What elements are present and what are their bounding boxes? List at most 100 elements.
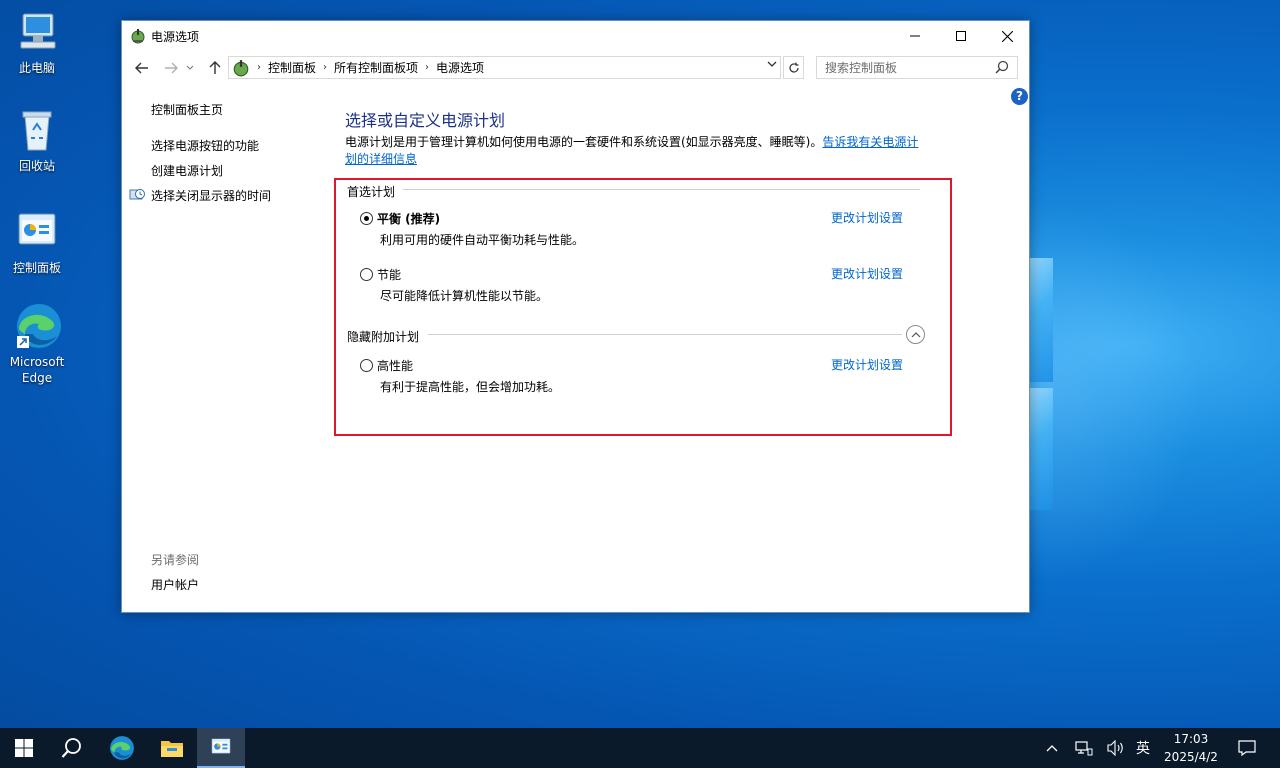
change-plan-settings-link-balanced[interactable]: 更改计划设置: [831, 209, 903, 226]
plan-name[interactable]: 节能: [377, 266, 401, 283]
arrow-up-icon: [209, 61, 221, 74]
sidebar-link-user-accounts[interactable]: 用户帐户: [151, 576, 199, 593]
breadcrumb-separator[interactable]: ›: [323, 62, 327, 73]
computer-icon: [13, 8, 61, 56]
desktop-icon-label: 控制面板: [12, 261, 61, 275]
breadcrumb-separator[interactable]: ›: [257, 62, 261, 73]
refresh-button[interactable]: [783, 56, 804, 79]
desktop-icon-label: Microsoft Edge: [9, 355, 65, 385]
volume-button[interactable]: [1104, 728, 1128, 768]
close-icon: [1001, 30, 1013, 42]
back-button[interactable]: [131, 57, 153, 79]
sidebar-link-display-off-time[interactable]: 选择关闭显示器的时间: [151, 187, 271, 204]
recent-locations-button[interactable]: [184, 57, 196, 79]
wallpaper-logo-pane: [1029, 258, 1053, 382]
arrow-left-icon: [135, 62, 148, 74]
start-button[interactable]: [0, 728, 48, 768]
windows-logo-icon: [15, 739, 33, 757]
address-bar[interactable]: › 控制面板 › 所有控制面板项 › 电源选项: [228, 56, 781, 79]
recycle-bin-icon: [13, 106, 61, 154]
help-icon[interactable]: ?: [1011, 88, 1028, 105]
edge-icon: [110, 736, 134, 760]
power-options-icon: [232, 59, 250, 77]
title-bar[interactable]: 电源选项: [122, 21, 1029, 51]
sidebar-link-power-buttons[interactable]: 选择电源按钮的功能: [151, 137, 259, 154]
minimize-icon: [910, 35, 920, 37]
breadcrumb-all-items[interactable]: 所有控制面板项: [334, 59, 418, 76]
breadcrumb-control-panel[interactable]: 控制面板: [268, 59, 316, 76]
show-hidden-icons-button[interactable]: [1040, 728, 1064, 768]
desktop-icon-label: 回收站: [18, 159, 55, 173]
taskbar: 英 17:03 2025/4/2: [0, 728, 1280, 768]
desktop-icon-this-pc[interactable]: 此电脑: [4, 8, 70, 76]
notification-icon: [1238, 740, 1256, 756]
page-title: 选择或自定义电源计划: [345, 111, 506, 130]
description-text: 电源计划是用于管理计算机如何使用电源的一套硬件和系统设置(如显示器亮度、睡眠等)…: [345, 135, 823, 149]
display-clock-icon: [129, 187, 145, 203]
plan-description: 利用可用的硬件自动平衡功耗与性能。: [380, 233, 585, 247]
divider: [403, 189, 920, 190]
page-description: 电源计划是用于管理计算机如何使用电源的一套硬件和系统设置(如显示器亮度、睡眠等)…: [345, 134, 925, 168]
divider: [428, 334, 902, 335]
minimize-button[interactable]: [892, 21, 938, 51]
chevron-up-icon: [911, 332, 920, 338]
network-button[interactable]: [1072, 728, 1096, 768]
arrow-right-icon: [165, 62, 178, 74]
sidebar-link-control-panel-home[interactable]: 控制面板主页: [151, 101, 223, 118]
power-options-icon: [130, 28, 146, 44]
action-center-button[interactable]: [1232, 728, 1262, 768]
control-panel-icon: [13, 208, 61, 256]
network-icon: [1075, 741, 1093, 756]
radio-power-saver[interactable]: [360, 268, 373, 281]
power-options-window: 电源选项 › 控制面板 › 所有控制面板项 › 电源选项 搜索控制面板 ? 控制…: [121, 20, 1030, 613]
hidden-plans-header[interactable]: 隐藏附加计划: [347, 328, 419, 345]
change-plan-settings-link-power-saver[interactable]: 更改计划设置: [831, 265, 903, 282]
forward-button[interactable]: [160, 57, 182, 79]
preferred-plans-header: 首选计划: [347, 185, 396, 199]
clock[interactable]: 17:03 2025/4/2: [1158, 730, 1224, 766]
breadcrumb-separator[interactable]: ›: [425, 62, 429, 73]
wallpaper-logo-pane: [1029, 388, 1053, 510]
sidebar-link-create-plan[interactable]: 创建电源计划: [151, 162, 223, 179]
chevron-down-icon: [767, 61, 777, 67]
chevron-up-icon: [1046, 745, 1058, 752]
edge-icon: [13, 302, 61, 350]
search-icon: [61, 738, 81, 758]
refresh-icon: [788, 62, 799, 73]
desktop-icon-control-panel[interactable]: 控制面板: [4, 208, 70, 276]
clock-time: 17:03: [1173, 732, 1209, 746]
window-title: 电源选项: [151, 30, 200, 44]
navigation-bar: › 控制面板 › 所有控制面板项 › 电源选项 搜索控制面板: [122, 55, 1029, 81]
search-icon[interactable]: [995, 60, 1011, 76]
chevron-down-icon: [186, 65, 194, 70]
radio-high-performance[interactable]: [360, 359, 373, 372]
maximize-button[interactable]: [938, 21, 984, 51]
desktop-icon-label: 此电脑: [18, 61, 55, 75]
up-button[interactable]: [204, 57, 226, 79]
plan-description: 尽可能降低计算机性能以节能。: [380, 289, 549, 303]
taskbar-edge[interactable]: [98, 728, 146, 768]
plan-description: 有利于提高性能，但会增加功耗。: [380, 380, 561, 394]
control-panel-icon: [211, 738, 231, 754]
input-method-indicator[interactable]: 英: [1130, 728, 1156, 768]
clock-date: 2025/4/2: [1164, 750, 1218, 764]
taskbar-control-panel[interactable]: [197, 728, 245, 768]
search-box[interactable]: 搜索控制面板: [816, 56, 1018, 79]
maximize-icon: [956, 31, 966, 41]
plan-name[interactable]: 平衡 (推荐): [377, 210, 440, 227]
desktop-icon-edge[interactable]: Microsoft Edge: [4, 302, 70, 386]
collapse-hidden-plans-button[interactable]: [906, 325, 925, 344]
change-plan-settings-link-high-performance[interactable]: 更改计划设置: [831, 356, 903, 373]
search-placeholder[interactable]: 搜索控制面板: [825, 59, 995, 76]
address-dropdown-button[interactable]: [767, 60, 777, 71]
folder-icon: [161, 741, 183, 757]
radio-balanced[interactable]: [360, 212, 373, 225]
desktop-icon-recycle-bin[interactable]: 回收站: [4, 106, 70, 174]
volume-icon: [1107, 740, 1123, 756]
breadcrumb-power-options[interactable]: 电源选项: [436, 59, 484, 76]
see-also-header: 另请参阅: [151, 553, 200, 567]
search-button[interactable]: [48, 728, 96, 768]
close-button[interactable]: [984, 21, 1030, 51]
taskbar-file-explorer[interactable]: [148, 728, 196, 768]
plan-name[interactable]: 高性能: [377, 357, 413, 374]
